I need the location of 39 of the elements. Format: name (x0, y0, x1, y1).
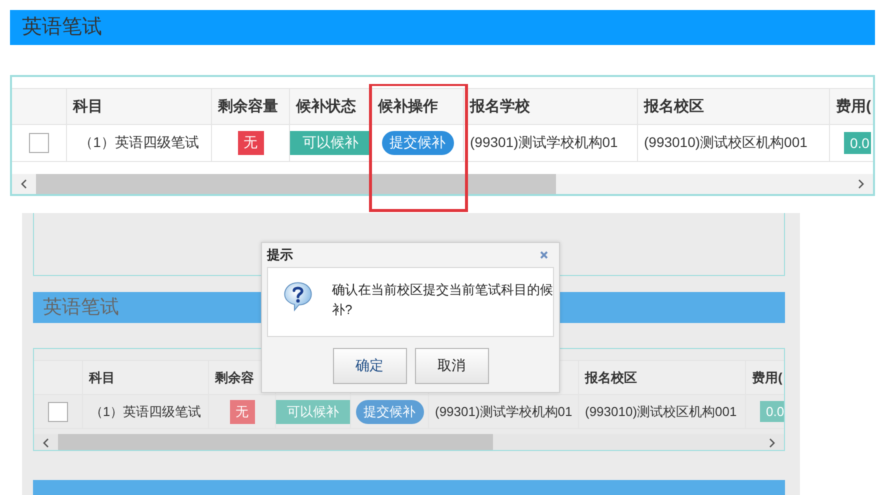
scroll-left-icon[interactable] (20, 179, 28, 189)
column-header: 候补操作 (378, 97, 438, 116)
row-checkbox[interactable] (48, 402, 68, 422)
scroll-right-icon[interactable] (768, 438, 776, 448)
horizontal-scrollbar[interactable] (12, 174, 873, 194)
column-header: 科目 (89, 368, 115, 386)
column-header: 科目 (73, 97, 103, 116)
column-header: 费用( (752, 368, 782, 386)
school-cell: (99301)测试学校机构01 (470, 134, 618, 152)
subject-cell: （1）英语四级笔试 (90, 402, 202, 420)
column-header: 报名学校 (470, 97, 530, 116)
capacity-badge: 无 (238, 131, 264, 155)
column-header: 剩余容 (215, 368, 254, 386)
question-icon (282, 280, 314, 312)
status-badge: 可以候补 (290, 131, 371, 155)
scrollbar-thumb[interactable] (58, 434, 494, 450)
column-header: 候补状态 (296, 97, 356, 116)
capacity-badge: 无 (230, 400, 254, 424)
cancel-button[interactable]: 取消 (414, 348, 488, 384)
column-header: 报名校区 (644, 97, 704, 116)
fee-badge: 0.0 (760, 401, 784, 422)
status-badge: 可以候补 (276, 400, 350, 424)
subject-cell: （1）英语四级笔试 (79, 134, 199, 152)
row-checkbox[interactable] (29, 133, 49, 153)
campus-cell: (993010)测试校区机构001 (585, 402, 737, 420)
column-header: 费用( (836, 97, 871, 116)
close-icon[interactable] (539, 250, 549, 260)
school-cell: (99301)测试学校机构01 (435, 402, 572, 420)
column-header: 报名校区 (585, 368, 637, 386)
scroll-right-icon[interactable] (857, 179, 865, 189)
confirm-button[interactable]: 确定 (332, 348, 406, 384)
column-header: 剩余容量 (218, 97, 278, 116)
campus-cell: (993010)测试校区机构001 (644, 134, 808, 152)
fee-badge: 0.0 (844, 132, 872, 154)
dialog-title: 提示 (267, 246, 293, 264)
scroll-left-icon[interactable] (42, 438, 50, 448)
scrollbar-thumb[interactable] (36, 174, 556, 194)
section-header: 英语笔试 (10, 10, 875, 45)
horizontal-scrollbar[interactable] (34, 434, 784, 450)
